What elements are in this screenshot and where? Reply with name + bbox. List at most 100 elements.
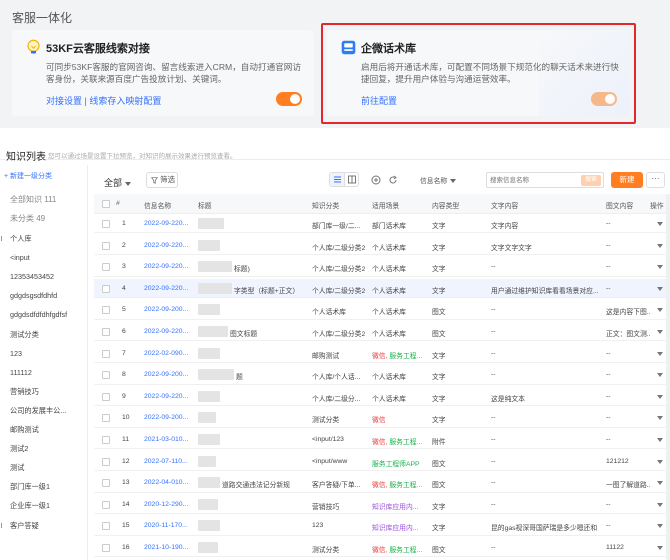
select-all-checkbox[interactable] [102, 200, 110, 208]
chevron-down-icon[interactable] [657, 481, 663, 486]
row-date-link[interactable]: 2022-09-200... [144, 371, 198, 378]
sidebar-category-item[interactable]: 123 [10, 349, 22, 358]
table-row[interactable]: 7 2022-02-090... 邮购测试 微信, 服务工程... 文字 -- -- [94, 344, 670, 363]
table-row[interactable]: 3 2022-09-220... 标题) 个人库/二级分类2 个人话术库 文字 -- -- [94, 257, 670, 277]
row-checkbox[interactable] [102, 436, 110, 444]
list-view-icon[interactable] [330, 173, 345, 186]
integration-settings-link[interactable]: 对接设置 | 线索存入映射配置 [46, 94, 161, 107]
row-date-link[interactable]: 2022-04-010... [144, 479, 198, 486]
row-checkbox[interactable] [102, 241, 110, 250]
table-row[interactable]: 5 2022-09-200... 个人话术库 个人话术库 图文 -- 这是内容下图... [94, 300, 670, 320]
table-row[interactable]: 8 2022-09-200... 题 个人库/个人话... 个人话术库 文字 -- -- [94, 365, 670, 385]
table-row[interactable]: 2 2022-09-220... 个人库/二级分类2 个人话术库 文字 文字文字文字 -- [94, 236, 670, 255]
sidebar-category-item[interactable]: 12353453452 [10, 272, 54, 281]
new-knowledge-button[interactable]: 新建 [611, 172, 643, 188]
row-date-link[interactable]: 2022-09-200... [144, 414, 198, 421]
row-date-link[interactable]: 2021-03-010... [144, 436, 198, 443]
sidebar-category-item[interactable]: 公司的发展丰公... [10, 406, 66, 416]
row-checkbox[interactable] [102, 284, 110, 293]
sidebar-category-item[interactable]: 营销技巧 [10, 387, 39, 397]
sidebar-category-item[interactable]: 客户答疑 [10, 521, 39, 531]
sidebar-category-item[interactable]: gdgdsdfdfdhfgdfsf [10, 310, 67, 319]
chevron-down-icon[interactable] [657, 416, 663, 421]
table-row[interactable]: 12 2022-07-110... <input/www 服务工程师APP 图文 -- 12… [94, 452, 670, 471]
filter-button[interactable]: 筛选 [146, 172, 178, 188]
row-checkbox[interactable] [102, 349, 110, 358]
chevron-down-icon[interactable] [657, 394, 663, 399]
search-button[interactable]: 搜索 [581, 175, 601, 186]
row-checkbox[interactable] [102, 500, 110, 509]
row-checkbox[interactable] [102, 479, 110, 488]
table-row[interactable]: 11 2021-03-010... <input/123 微信, 服务工程... 附件 -… [94, 430, 670, 450]
chevron-down-icon[interactable] [657, 351, 663, 356]
table-row[interactable]: 4 2022-09-220... 字类型（标题+正文） 个人库/二级分类2 个人话术库 文… [94, 278, 670, 299]
row-checkbox[interactable] [102, 263, 110, 272]
row-checkbox[interactable] [102, 544, 110, 552]
new-category-button[interactable]: + 新建一级分类 [4, 171, 52, 181]
table-row[interactable]: 1 2022-09-220... 部门库一级/二... 部门话术库 文字 文字内容 -- [94, 214, 670, 234]
row-date-link[interactable]: 2022-09-200... [144, 306, 198, 313]
row-date-link[interactable]: 2022-09-220... [144, 242, 198, 249]
sidebar-item-uncategorized[interactable]: 未分类 49 [10, 213, 45, 224]
table-row[interactable]: 6 2022-09-220... 图文标题 个人库/二级分类2 个人话术库 图文 -- 正文：… [94, 322, 670, 342]
view-toggle[interactable] [329, 172, 359, 187]
row-checkbox[interactable] [102, 392, 110, 401]
sidebar-item-all[interactable]: 全部知识 111 [10, 194, 56, 205]
vertical-scrollbar[interactable] [666, 194, 670, 560]
row-date-link[interactable]: 2022-09-220... [144, 328, 198, 335]
sidebar-category-item[interactable]: 测试2 [10, 444, 28, 454]
row-date-link[interactable]: 2020-12-290... [144, 501, 198, 508]
chevron-down-icon[interactable] [657, 546, 663, 550]
chevron-down-icon[interactable] [657, 265, 663, 270]
add-circle-icon[interactable] [371, 175, 381, 185]
row-date-link[interactable]: 2022-02-090... [144, 350, 198, 357]
row-date-link[interactable]: 2022-09-220... [144, 285, 198, 292]
table-row[interactable]: 10 2022-09-200... 测试分类 微信 文字 -- -- [94, 408, 670, 428]
row-checkbox[interactable] [102, 306, 110, 315]
chevron-down-icon[interactable] [657, 459, 663, 464]
sidebar-category-item[interactable]: gdgdsgsdfdhfd [10, 291, 57, 300]
expand-caret-icon[interactable] [1, 236, 4, 241]
scope-select[interactable]: 全部 [104, 176, 132, 189]
row-checkbox[interactable] [102, 414, 110, 423]
sidebar-category-item[interactable]: <input [10, 253, 30, 262]
refresh-icon[interactable] [388, 175, 398, 185]
kf53-enable-toggle[interactable] [276, 92, 302, 106]
table-row[interactable]: 15 2020-11-170... 123 知识库应用内... 文字 昆的gas视深哥国萨… [94, 516, 670, 536]
row-date-link[interactable]: 2020-11-170... [144, 522, 198, 529]
row-checkbox[interactable] [102, 522, 110, 531]
chevron-down-icon[interactable] [657, 438, 663, 442]
search-field-select[interactable]: 信息名称 [420, 175, 457, 185]
row-date-link[interactable]: 2021-10-190... [144, 544, 198, 551]
sidebar-category-item[interactable]: 测试分类 [10, 330, 39, 340]
sidebar-category-item[interactable]: 部门库一级1 [10, 482, 50, 492]
chevron-down-icon[interactable] [657, 524, 663, 529]
table-row[interactable]: 14 2020-12-290... 营销技巧 知识库应用内... 文字 -- -- [94, 495, 670, 515]
search-input[interactable] [487, 173, 577, 187]
chevron-down-icon[interactable] [657, 286, 663, 291]
table-row[interactable]: 16 2021-10-190... 测试分类 微信, 服务工程... 图文 -- 11122 [94, 538, 670, 558]
row-date-link[interactable]: 2022-09-220... [144, 220, 198, 227]
sidebar-category-item[interactable]: 邮购测试 [10, 425, 39, 435]
more-options-button[interactable]: ··· [646, 172, 665, 188]
row-date-link[interactable]: 2022-07-110... [144, 458, 198, 465]
row-date-link[interactable]: 2022-09-220... [144, 263, 198, 270]
chevron-down-icon[interactable] [657, 502, 663, 507]
chevron-down-icon[interactable] [657, 373, 663, 378]
table-row[interactable]: 9 2022-09-220... 个人库/二级分... 个人话术库 文字 这是纯文本 -- [94, 387, 670, 407]
row-checkbox[interactable] [102, 220, 110, 228]
sidebar-category-item[interactable]: 个人库 [10, 234, 32, 244]
expand-caret-icon[interactable] [1, 522, 4, 528]
row-checkbox[interactable] [102, 328, 110, 336]
sidebar-category-item[interactable]: 企业库一级1 [10, 501, 50, 511]
sidebar-category-item[interactable]: 111112 [10, 368, 32, 377]
row-checkbox[interactable] [102, 371, 110, 380]
chevron-down-icon[interactable] [657, 308, 663, 313]
chevron-down-icon[interactable] [657, 222, 663, 226]
row-date-link[interactable]: 2022-09-220... [144, 393, 198, 400]
table-row[interactable]: 13 2022-04-010... 道路交通违法记分新规 客户答疑/下单... 微信, … [94, 473, 670, 493]
row-checkbox[interactable] [102, 457, 110, 466]
chevron-down-icon[interactable] [657, 330, 663, 334]
sidebar-category-item[interactable]: 测试 [10, 463, 24, 473]
chevron-down-icon[interactable] [657, 243, 663, 248]
